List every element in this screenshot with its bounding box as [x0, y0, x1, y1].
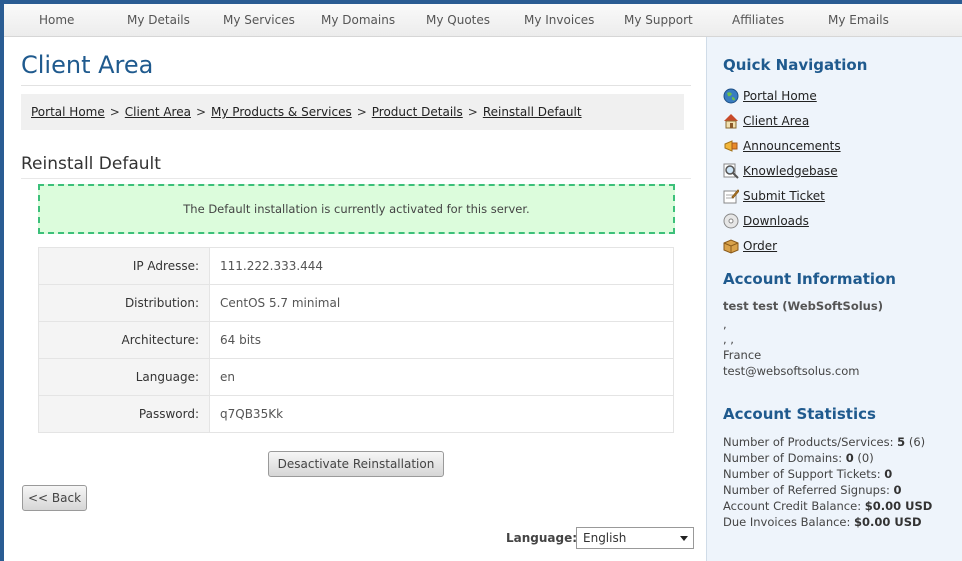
account-email: test@websoftsolus.com: [723, 364, 860, 378]
sidebar-item-label[interactable]: Knowledgebase: [743, 164, 838, 178]
table-row: Distribution: CentOS 5.7 minimal: [38, 284, 674, 322]
stat-extra: (0): [857, 451, 874, 465]
sidebar-item-label[interactable]: Announcements: [743, 139, 841, 153]
account-information-heading: Account Information: [723, 270, 896, 288]
nav-my-domains[interactable]: My Domains: [321, 4, 395, 36]
table-row: Password: q7QB35Kk: [38, 395, 674, 433]
detail-label: Password:: [38, 395, 210, 433]
detail-label: Language:: [38, 358, 210, 396]
back-button[interactable]: << Back: [22, 485, 87, 511]
nav-my-support[interactable]: My Support: [624, 4, 693, 36]
stat-row: Number of Domains: 0 (0): [723, 451, 874, 465]
stat-row: Due Invoices Balance: $0.00 USD: [723, 515, 922, 529]
sidebar-item-label[interactable]: Portal Home: [743, 89, 817, 103]
deactivate-reinstallation-button[interactable]: Desactivate Reinstallation: [268, 451, 444, 477]
stat-label: Number of Referred Signups:: [723, 483, 890, 497]
detail-value: CentOS 5.7 minimal: [209, 284, 674, 322]
nav-affiliates[interactable]: Affiliates: [732, 4, 784, 36]
detail-value: 111.222.333.444: [209, 247, 674, 285]
breadcrumb-portal-home[interactable]: Portal Home: [31, 105, 105, 119]
breadcrumb-product-details[interactable]: Product Details: [372, 105, 463, 119]
server-details-table: IP Adresse: 111.222.333.444 Distribution…: [38, 247, 674, 433]
nav-my-quotes[interactable]: My Quotes: [426, 4, 490, 36]
breadcrumb-separator: >: [109, 105, 120, 119]
magnifier-icon: [723, 163, 739, 179]
success-alert: The Default installation is currently ac…: [38, 184, 675, 234]
stat-value: 0: [893, 483, 902, 497]
stat-value: 0: [845, 451, 854, 465]
account-country: France: [723, 348, 762, 362]
sidebar-item-label[interactable]: Client Area: [743, 114, 809, 128]
nav-home[interactable]: Home: [39, 4, 74, 36]
main-content: Client Area Portal Home > Client Area > My P…: [4, 37, 706, 561]
detail-value: q7QB35Kk: [209, 395, 674, 433]
detail-label: Architecture:: [38, 321, 210, 359]
stat-row: Number of Support Tickets: 0: [723, 467, 892, 481]
stat-value: $0.00 USD: [864, 499, 933, 513]
language-select-value: English: [583, 531, 627, 545]
stat-row: Account Credit Balance: $0.00 USD: [723, 499, 932, 513]
sidebar-item-label[interactable]: Downloads: [743, 214, 809, 228]
account-statistics-heading: Account Statistics: [723, 405, 876, 423]
stat-label: Number of Support Tickets:: [723, 467, 881, 481]
ticket-icon: [723, 189, 739, 204]
breadcrumb-separator: >: [467, 105, 478, 119]
detail-label: Distribution:: [38, 284, 210, 322]
address-line-1: ,: [723, 317, 727, 331]
box-icon: [723, 239, 739, 254]
detail-label: IP Adresse:: [38, 247, 210, 285]
nav-my-emails[interactable]: My Emails: [828, 4, 889, 36]
sidebar-item-label[interactable]: Order: [743, 239, 777, 253]
sidebar: Quick Navigation Portal Home Client Area…: [706, 37, 962, 561]
account-name: test test (WebSoftSolus): [723, 299, 883, 313]
stat-row: Number of Products/Services: 5 (6): [723, 435, 925, 449]
breadcrumb-separator: >: [195, 105, 207, 119]
breadcrumb-separator: >: [356, 105, 367, 119]
language-label: Language:: [506, 531, 578, 545]
nav-my-services[interactable]: My Services: [223, 4, 295, 36]
house-icon: [724, 114, 738, 129]
nav-my-invoices[interactable]: My Invoices: [524, 4, 594, 36]
stat-label: Due Invoices Balance:: [723, 515, 851, 529]
detail-value: en: [209, 358, 674, 396]
breadcrumb-client-area[interactable]: Client Area: [125, 105, 191, 119]
chevron-down-icon: [680, 536, 688, 541]
detail-value: 64 bits: [209, 321, 674, 359]
breadcrumb-reinstall-default[interactable]: Reinstall Default: [483, 105, 582, 119]
stat-value: 0: [884, 467, 893, 481]
stat-label: Account Credit Balance:: [723, 499, 862, 513]
megaphone-icon: [724, 140, 738, 152]
table-row: Architecture: 64 bits: [38, 321, 674, 359]
address-line-2: , ,: [723, 332, 734, 346]
page: Home My Details My Services My Domains M…: [4, 4, 962, 561]
stat-label: Number of Products/Services:: [723, 435, 894, 449]
top-nav: Home My Details My Services My Domains M…: [4, 4, 962, 37]
stat-value: $0.00 USD: [854, 515, 922, 529]
stat-value: 5: [897, 435, 906, 449]
nav-my-details[interactable]: My Details: [127, 4, 190, 36]
stat-label: Number of Domains:: [723, 451, 843, 465]
breadcrumb-products-services[interactable]: My Products & Services: [211, 105, 352, 119]
stat-row: Number of Referred Signups: 0: [723, 483, 902, 497]
disc-icon: [723, 213, 739, 229]
breadcrumb: Portal Home > Client Area > My Products & Se…: [21, 94, 684, 130]
table-row: IP Adresse: 111.222.333.444: [38, 247, 674, 285]
language-select[interactable]: English: [576, 527, 694, 549]
sidebar-item-label[interactable]: Submit Ticket: [743, 189, 825, 203]
page-title: Client Area: [21, 51, 691, 86]
stat-extra: (6): [908, 435, 926, 449]
globe-icon: [723, 88, 739, 104]
quick-navigation-heading: Quick Navigation: [723, 56, 868, 74]
section-title: Reinstall Default: [21, 154, 691, 179]
table-row: Language: en: [38, 358, 674, 396]
